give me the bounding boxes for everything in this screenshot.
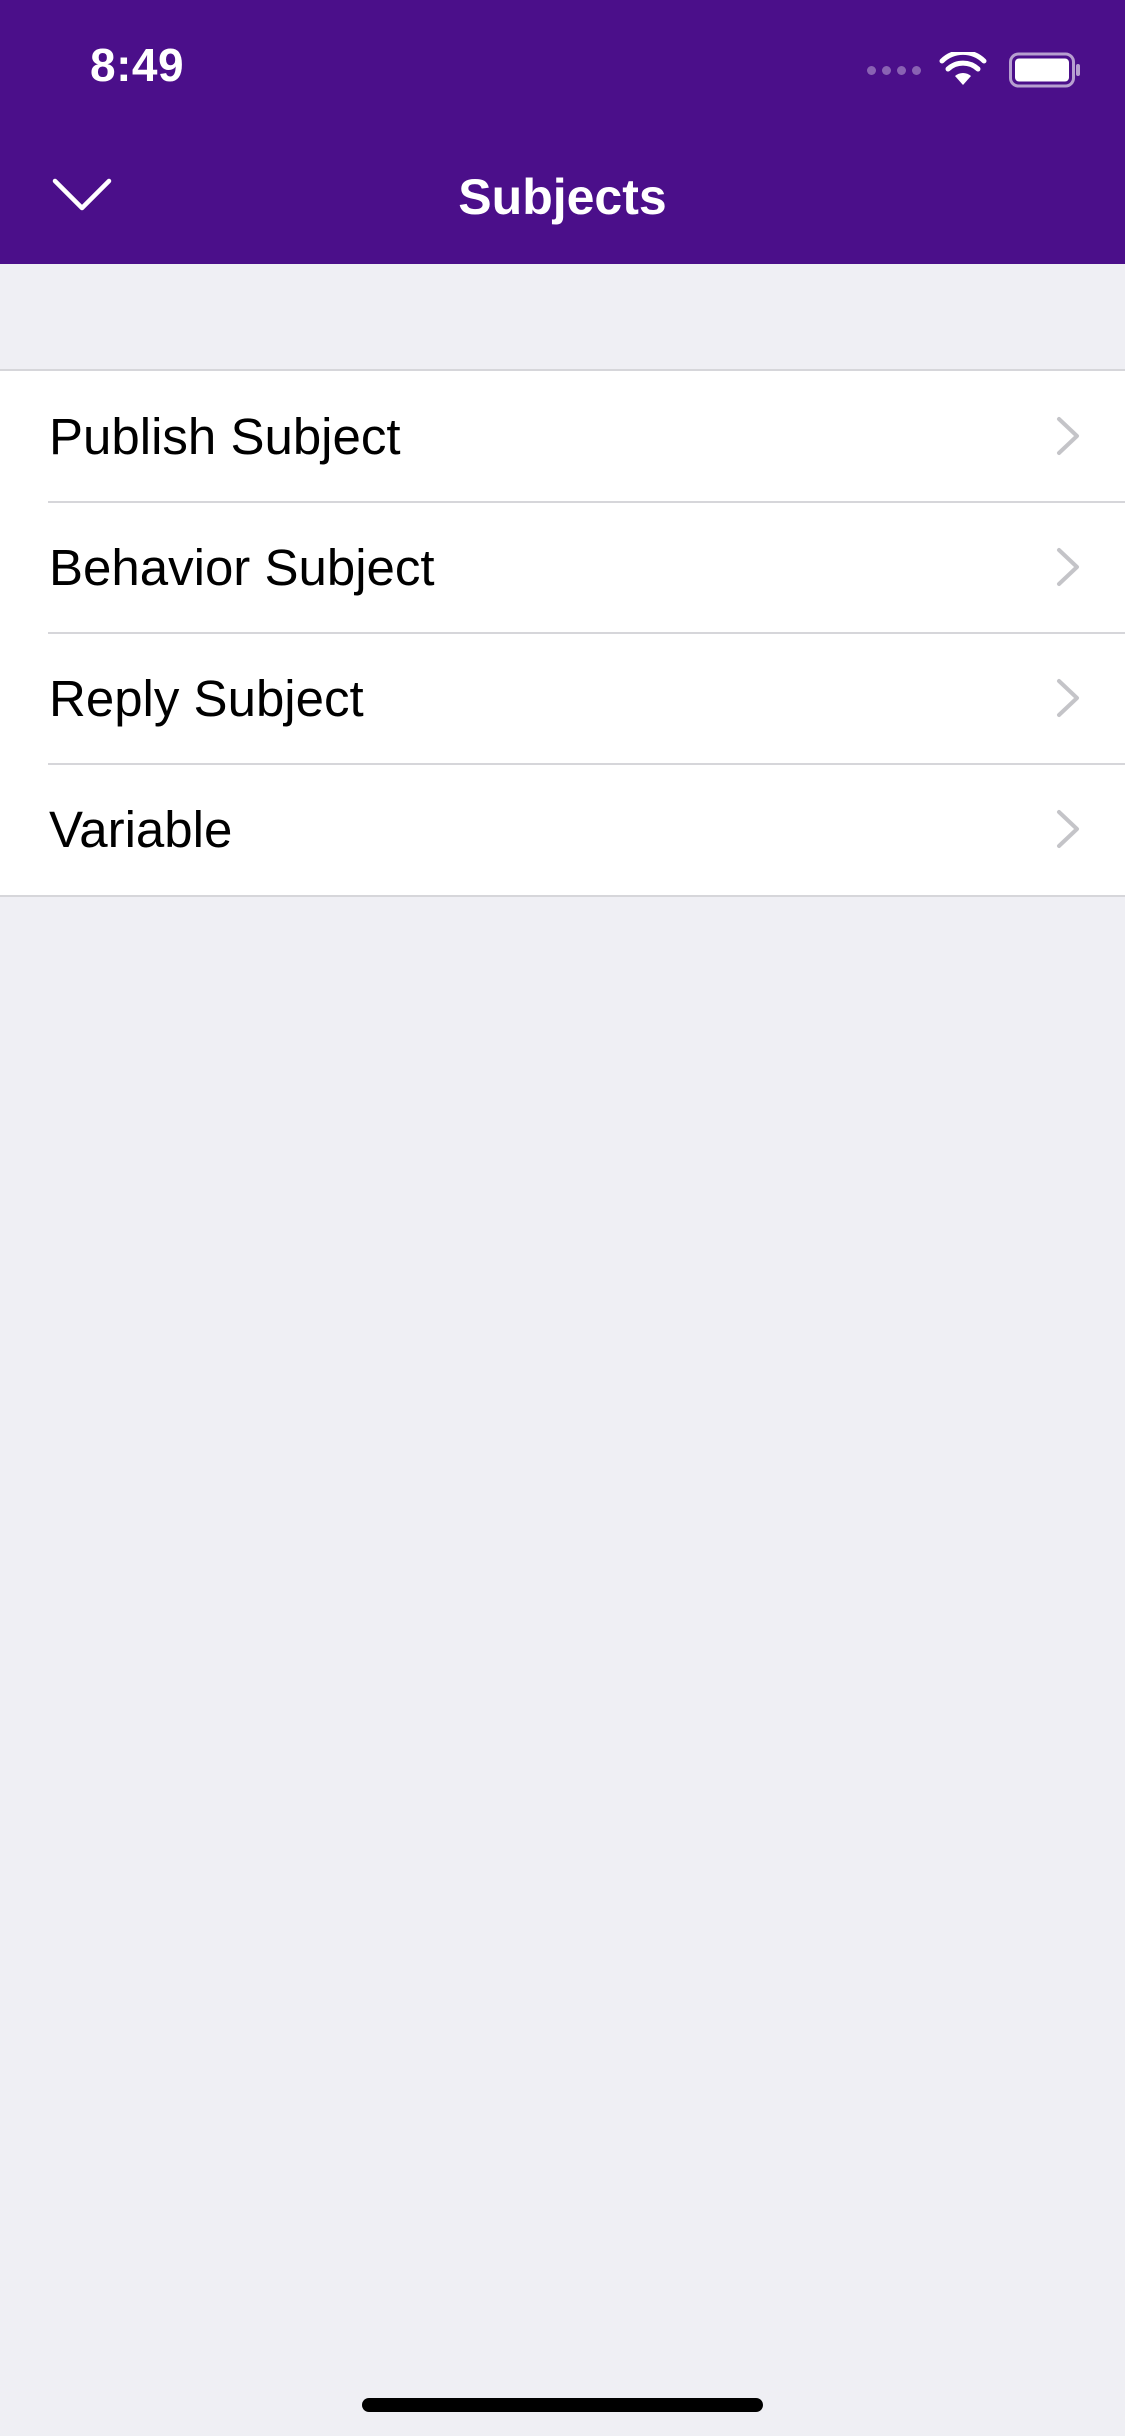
chevron-right-icon — [1057, 417, 1079, 455]
signal-icon — [867, 65, 921, 75]
chevron-right-icon — [1057, 679, 1079, 717]
list-item-label: Variable — [49, 801, 233, 858]
list-item-label: Reply Subject — [49, 670, 364, 727]
wifi-icon — [939, 52, 987, 85]
chevron-right-icon — [1057, 548, 1079, 586]
battery-icon — [1009, 52, 1080, 88]
status-icons — [867, 48, 1081, 92]
list-item-label: Behavior Subject — [49, 539, 435, 596]
list-item-publish-subject[interactable]: Publish Subject — [0, 371, 1125, 502]
list-item-behavior-subject[interactable]: Behavior Subject — [0, 501, 1125, 633]
subjects-list: Publish Subject Behavior Subject Reply S… — [0, 369, 1125, 897]
status-time: 8:49 — [90, 39, 185, 91]
list-item-reply-subject[interactable]: Reply Subject — [0, 632, 1125, 764]
page-title: Subjects — [458, 169, 667, 225]
chevron-right-icon — [1057, 810, 1079, 848]
navigation-header: 8:49 Subjects — [0, 0, 1125, 264]
list-item-label: Publish Subject — [49, 408, 401, 465]
list-item-variable[interactable]: Variable — [0, 763, 1125, 895]
home-indicator[interactable] — [362, 2398, 763, 2412]
